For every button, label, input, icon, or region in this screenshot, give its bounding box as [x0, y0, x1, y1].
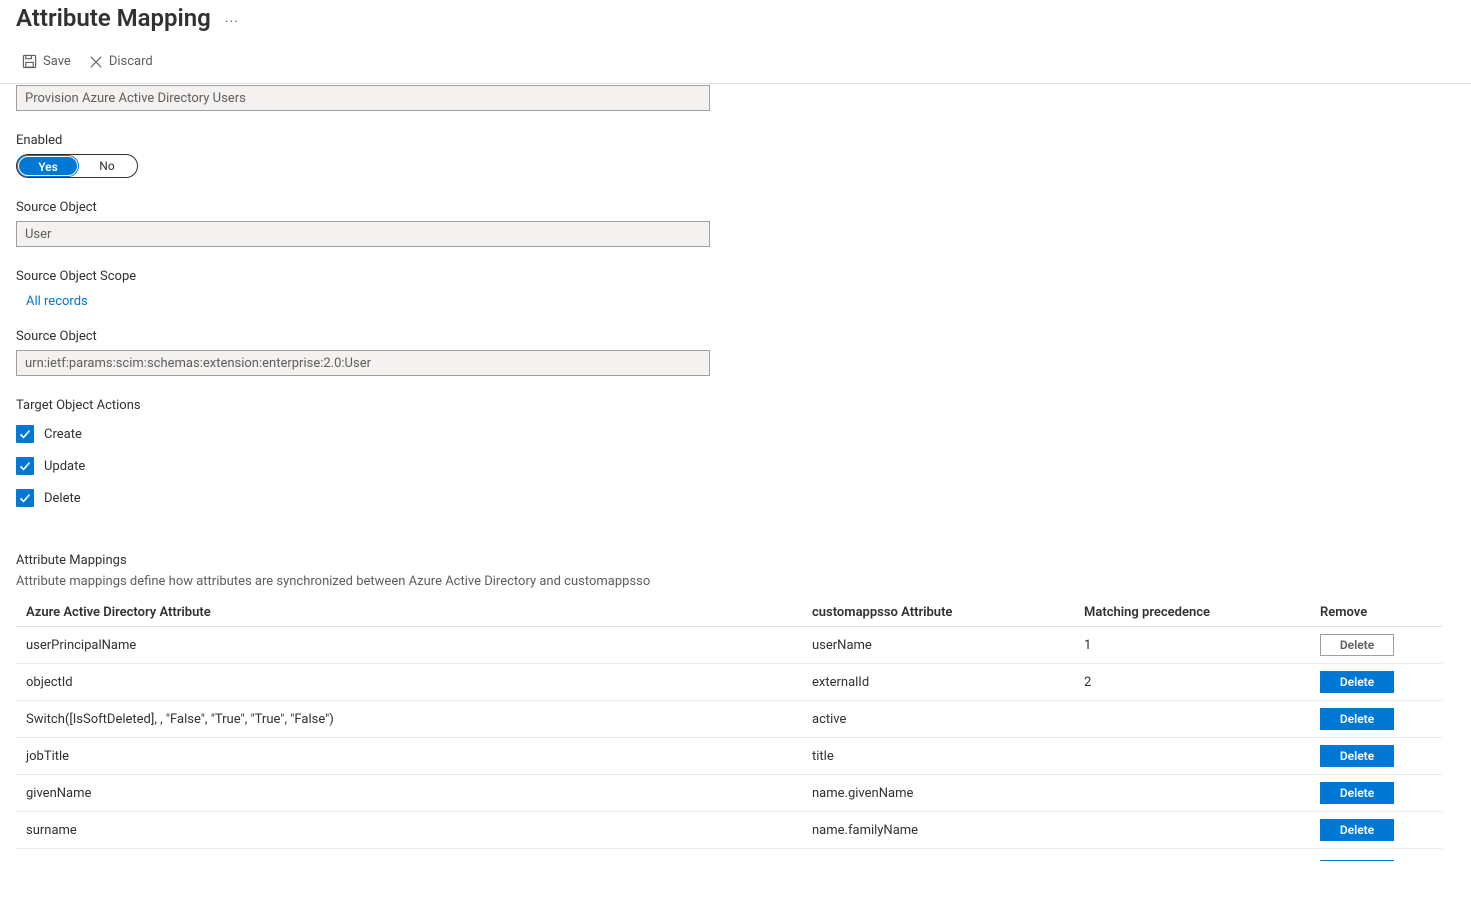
target-object-input[interactable]: urn:ietf:params:scim:schemas:extension:e…	[16, 350, 710, 376]
table-row[interactable]: surnamename.familyName Delete	[16, 812, 1442, 849]
discard-button[interactable]: Discard	[87, 52, 155, 71]
action-create: Create	[16, 425, 710, 443]
check-icon	[19, 492, 31, 504]
save-button[interactable]: Save	[20, 52, 73, 71]
cell-matching-precedence	[1074, 853, 1310, 861]
cell-matching-precedence: 2	[1074, 664, 1310, 701]
delete-button[interactable]: Delete	[1320, 671, 1394, 693]
discard-label: Discard	[109, 54, 153, 69]
table-row[interactable]: jobTitletitle Delete	[16, 738, 1442, 775]
attribute-mappings-heading: Attribute Mappings	[16, 553, 1455, 568]
table-row[interactable]: Switch([IsSoftDeleted], , "False", "True…	[16, 701, 1442, 738]
save-icon	[22, 54, 37, 69]
cell-aad-attribute: jobTitle	[16, 738, 802, 775]
close-icon	[89, 55, 103, 69]
source-object-scope-label: Source Object Scope	[16, 269, 710, 284]
action-label: Create	[44, 427, 82, 442]
checkbox-update[interactable]	[16, 457, 34, 475]
cell-aad-attribute: streetAddress	[16, 853, 802, 861]
checkbox-create[interactable]	[16, 425, 34, 443]
enabled-no-option[interactable]: No	[78, 156, 136, 176]
column-remove: Remove	[1310, 599, 1442, 627]
check-icon	[19, 460, 31, 472]
action-delete: Delete	[16, 489, 710, 507]
delete-button[interactable]: Delete	[1320, 860, 1394, 861]
delete-button[interactable]: Delete	[1320, 708, 1394, 730]
enabled-label: Enabled	[16, 133, 710, 148]
cell-target-attribute: title	[802, 738, 1074, 775]
cell-aad-attribute: givenName	[16, 775, 802, 812]
table-row[interactable]: userPrincipalNameuserName1 Delete	[16, 627, 1442, 664]
cell-target-attribute: externalId	[802, 664, 1074, 701]
checkbox-delete[interactable]	[16, 489, 34, 507]
attribute-mappings-description: Attribute mappings define how attributes…	[16, 574, 1455, 589]
delete-button[interactable]: Delete	[1320, 745, 1394, 767]
cell-target-attribute: name.familyName	[802, 812, 1074, 849]
divider	[0, 83, 1471, 84]
column-aad-attribute[interactable]: Azure Active Directory Attribute	[16, 599, 802, 627]
cell-aad-attribute: Switch([IsSoftDeleted], , "False", "True…	[16, 701, 802, 738]
save-label: Save	[43, 54, 71, 69]
table-row[interactable]: streetAddress addresses[type eq "work"].…	[16, 853, 1442, 861]
cell-aad-attribute: surname	[16, 812, 802, 849]
source-object-scope-link[interactable]: All records	[16, 290, 88, 309]
column-matching-precedence[interactable]: Matching precedence	[1074, 599, 1310, 627]
source-object-input[interactable]: User	[16, 221, 710, 247]
cell-matching-precedence	[1074, 738, 1310, 775]
enabled-yes-option[interactable]: Yes	[18, 156, 78, 176]
cell-aad-attribute: objectId	[16, 664, 802, 701]
table-row[interactable]: objectIdexternalId2 Delete	[16, 664, 1442, 701]
source-object-label: Source Object	[16, 200, 710, 215]
enabled-toggle[interactable]: Yes No	[16, 154, 138, 178]
more-icon[interactable]: ···	[225, 15, 239, 29]
cell-target-attribute: active	[802, 701, 1074, 738]
check-icon	[19, 428, 31, 440]
mapping-name-input[interactable]: Provision Azure Active Directory Users	[16, 85, 710, 111]
delete-button[interactable]: Delete	[1320, 819, 1394, 841]
delete-button[interactable]: Delete	[1320, 782, 1394, 804]
cell-target-attribute: userName	[802, 627, 1074, 664]
cell-matching-precedence	[1074, 812, 1310, 849]
table-row[interactable]: givenNamename.givenName Delete	[16, 775, 1442, 812]
action-label: Update	[44, 459, 85, 474]
cell-matching-precedence	[1074, 701, 1310, 738]
cell-target-attribute: addresses[type eq "work"].streetAddress	[802, 853, 1074, 861]
cell-aad-attribute: userPrincipalName	[16, 627, 802, 664]
action-update: Update	[16, 457, 710, 475]
action-label: Delete	[44, 491, 81, 506]
command-bar: Save Discard	[18, 46, 1455, 81]
cell-target-attribute: name.givenName	[802, 775, 1074, 812]
target-object-label: Source Object	[16, 329, 710, 344]
attribute-mappings-table: Azure Active Directory Attribute customa…	[16, 599, 1442, 849]
cell-matching-precedence: 1	[1074, 627, 1310, 664]
target-object-actions-label: Target Object Actions	[16, 398, 710, 413]
column-target-attribute[interactable]: customappsso Attribute	[802, 599, 1074, 627]
delete-button: Delete	[1320, 634, 1394, 656]
page-title: Attribute Mapping	[16, 4, 211, 32]
cell-matching-precedence	[1074, 775, 1310, 812]
